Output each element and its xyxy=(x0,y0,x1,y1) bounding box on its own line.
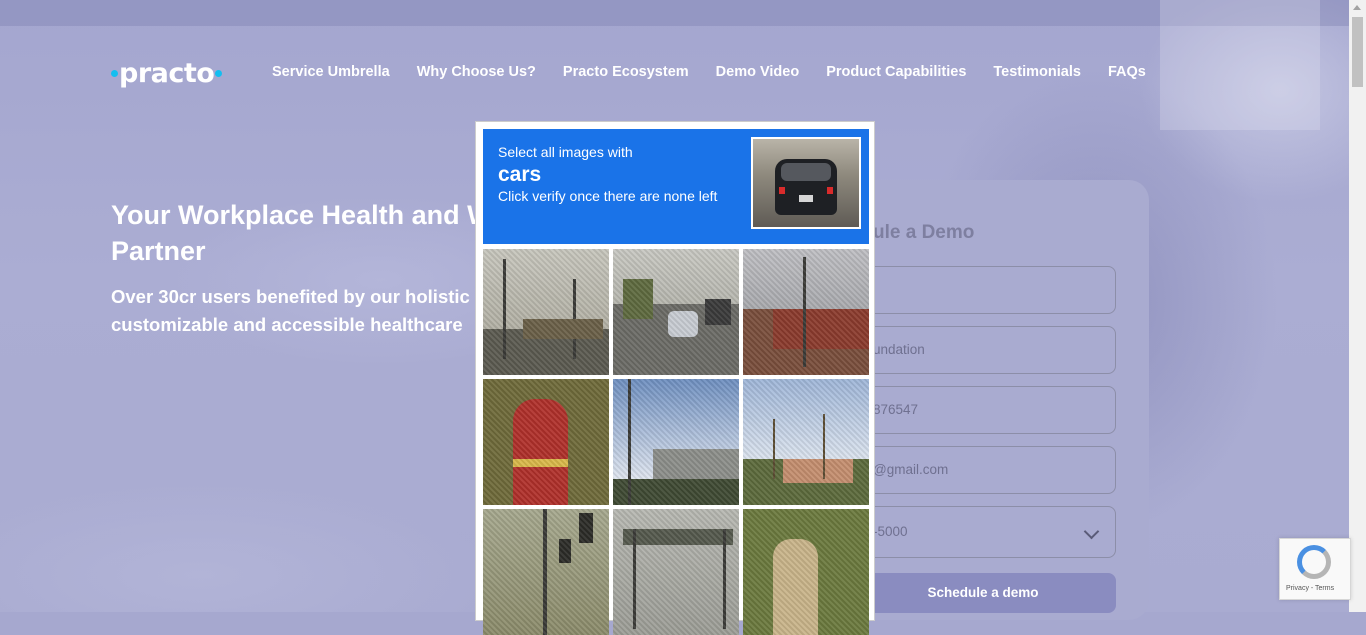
scroll-thumb[interactable] xyxy=(1352,17,1363,87)
main-nav: Service Umbrella Why Choose Us? Practo E… xyxy=(272,64,1146,80)
nav-demo-video[interactable]: Demo Video xyxy=(716,64,800,80)
captcha-tile[interactable] xyxy=(743,379,869,505)
email-field-value: @gmail.com xyxy=(873,462,949,477)
employee-count-select[interactable]: -5000 xyxy=(850,506,1116,558)
captcha-tile[interactable] xyxy=(743,249,869,375)
company-field-value: undation xyxy=(873,342,925,357)
captcha-tile[interactable] xyxy=(483,379,609,505)
company-field[interactable]: undation xyxy=(850,326,1116,374)
logo-dot-icon xyxy=(215,69,223,77)
hero-subtitle: Over 30cr users benefited by our holisti… xyxy=(111,283,481,339)
nav-product-capabilities[interactable]: Product Capabilities xyxy=(826,64,966,80)
car-plate xyxy=(799,195,813,202)
car-window-shape xyxy=(781,163,831,181)
recaptcha-icon xyxy=(1297,545,1331,579)
captcha-tile[interactable] xyxy=(613,379,739,505)
recaptcha-terms[interactable]: Privacy - Terms xyxy=(1286,585,1334,592)
captcha-header: Select all images with cars Click verify… xyxy=(483,129,869,244)
captcha-target: cars xyxy=(498,163,542,186)
recaptcha-badge[interactable]: Privacy - Terms xyxy=(1279,538,1351,600)
hero-subtitle-line: customizable and accessible healthcare xyxy=(111,314,463,335)
captcha-hint: Click verify once there are none left xyxy=(498,188,718,204)
nav-why-choose-us[interactable]: Why Choose Us? xyxy=(417,64,536,80)
logo-dot-icon xyxy=(111,69,118,77)
logo-text: practo xyxy=(119,57,215,89)
scroll-up-icon[interactable] xyxy=(1353,5,1361,10)
email-field[interactable]: @gmail.com xyxy=(850,446,1116,494)
practo-logo[interactable]: practo xyxy=(110,55,223,91)
car-taillight xyxy=(827,187,833,194)
captcha-tile[interactable] xyxy=(613,509,739,635)
page-scrollbar[interactable] xyxy=(1349,0,1366,612)
chevron-down-icon xyxy=(1083,523,1100,540)
captcha-tile[interactable] xyxy=(483,509,609,635)
phone-field-value: 876547 xyxy=(873,402,919,417)
nav-faqs[interactable]: FAQs xyxy=(1108,64,1146,80)
captcha-tile[interactable] xyxy=(743,509,869,635)
phone-field[interactable]: 876547 xyxy=(850,386,1116,434)
captcha-tile[interactable] xyxy=(483,249,609,375)
captcha-tile[interactable] xyxy=(613,249,739,375)
hero-title-line: Your Workplace Health and W xyxy=(111,200,491,230)
captcha-sample-image xyxy=(751,137,861,229)
car-taillight xyxy=(779,187,785,194)
form-title: ule a Demo xyxy=(873,222,975,243)
captcha-instruction: Select all images with xyxy=(498,144,633,160)
hero-subtitle-line: Over 30cr users benefited by our holisti… xyxy=(111,286,470,307)
nav-service-umbrella[interactable]: Service Umbrella xyxy=(272,64,390,80)
nav-testimonials[interactable]: Testimonials xyxy=(993,64,1081,80)
employee-count-value: -5000 xyxy=(873,524,908,539)
captcha-challenge: Select all images with cars Click verify… xyxy=(475,121,875,635)
hero-title-line: Partner xyxy=(111,236,206,266)
nav-practo-ecosystem[interactable]: Practo Ecosystem xyxy=(563,64,689,80)
name-field[interactable] xyxy=(850,266,1116,314)
hero-title: Your Workplace Health and W Partner xyxy=(111,197,491,269)
schedule-demo-button[interactable]: Schedule a demo xyxy=(850,573,1116,613)
